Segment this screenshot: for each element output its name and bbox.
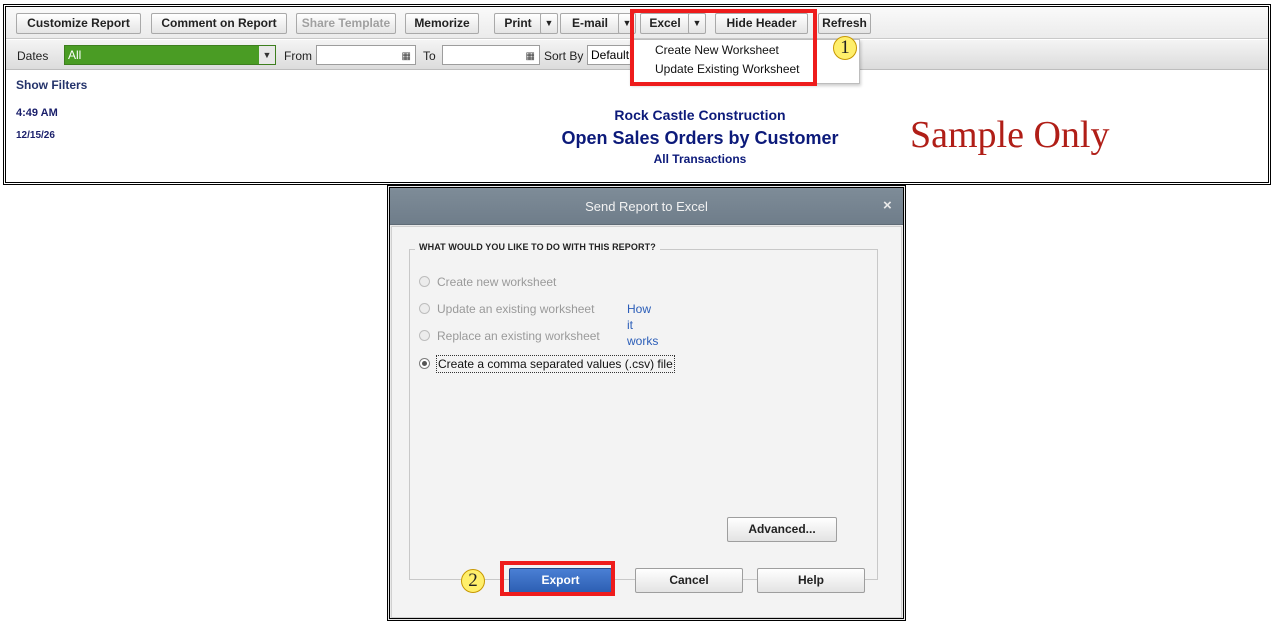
- cancel-button[interactable]: Cancel: [635, 568, 743, 593]
- dialog-titlebar: Send Report to Excel ×: [390, 188, 903, 225]
- calendar-icon[interactable]: ▦: [402, 48, 411, 66]
- export-highlight-box: [500, 561, 615, 596]
- report-date: 12/15/26: [16, 130, 55, 141]
- from-date-field[interactable]: ▦: [316, 45, 416, 65]
- email-button[interactable]: E-mail: [560, 13, 620, 34]
- options-group-title: WHAT WOULD YOU LIKE TO DO WITH THIS REPO…: [415, 242, 660, 252]
- report-time: 4:49 AM: [16, 107, 58, 119]
- radio-button-selected[interactable]: [419, 358, 430, 369]
- option-label: Update an existing worksheet: [437, 302, 595, 316]
- option-label[interactable]: Create a comma separated values (.csv) f…: [436, 355, 675, 373]
- sort-by-select[interactable]: Default: [587, 45, 635, 65]
- excel-highlight-box: [630, 9, 817, 86]
- customize-report-button[interactable]: Customize Report: [16, 13, 141, 34]
- radio-button: [419, 276, 430, 287]
- option-label: Create new worksheet: [437, 275, 557, 289]
- send-report-to-excel-dialog: Send Report to Excel × WHAT WOULD YOU LI…: [387, 185, 906, 621]
- dates-value: All: [68, 48, 82, 62]
- step-2-badge: 2: [461, 569, 485, 593]
- chevron-down-icon[interactable]: ▼: [259, 46, 275, 64]
- refresh-button[interactable]: Refresh: [818, 13, 871, 34]
- dates-label: Dates: [17, 49, 49, 63]
- how-it-works-link[interactable]: How it works: [627, 301, 658, 349]
- dialog-title: Send Report to Excel: [585, 199, 708, 214]
- sort-by-value: Default: [591, 48, 630, 62]
- show-filters-link[interactable]: Show Filters: [16, 78, 87, 92]
- share-template-button: Share Template: [296, 13, 396, 34]
- calendar-icon[interactable]: ▦: [526, 48, 535, 66]
- to-date-field[interactable]: ▦: [442, 45, 540, 65]
- help-button[interactable]: Help: [757, 568, 865, 593]
- sort-by-label: Sort By: [544, 49, 584, 63]
- radio-button: [419, 330, 430, 341]
- options-group: WHAT WOULD YOU LIKE TO DO WITH THIS REPO…: [409, 242, 878, 580]
- dates-select[interactable]: All ▼: [64, 45, 276, 65]
- to-label: To: [423, 49, 436, 63]
- step-1-badge: 1: [833, 36, 857, 60]
- dialog-body: WHAT WOULD YOU LIKE TO DO WITH THIS REPO…: [391, 226, 902, 618]
- option-label: Replace an existing worksheet: [437, 329, 600, 343]
- print-button[interactable]: Print: [494, 13, 542, 34]
- comment-on-report-button[interactable]: Comment on Report: [151, 13, 287, 34]
- close-icon[interactable]: ×: [883, 197, 892, 214]
- radio-button: [419, 303, 430, 314]
- memorize-button[interactable]: Memorize: [405, 13, 479, 34]
- report-subtitle: All Transactions: [653, 152, 747, 166]
- advanced-button[interactable]: Advanced...: [727, 517, 837, 542]
- from-label: From: [284, 49, 312, 63]
- print-dropdown-chevron-icon[interactable]: ▼: [540, 13, 558, 34]
- company-name: Rock Castle Construction: [614, 107, 786, 123]
- report-title: Open Sales Orders by Customer: [561, 128, 839, 148]
- sample-only-watermark: Sample Only: [910, 114, 1110, 156]
